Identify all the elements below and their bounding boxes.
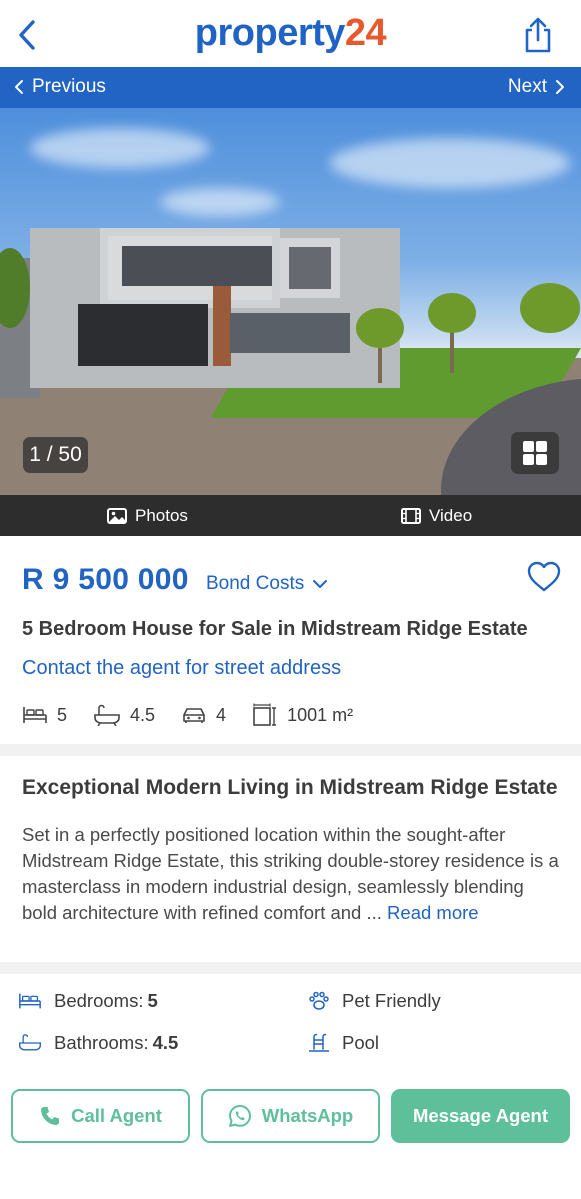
listing-photo[interactable] [0,108,581,495]
feature-bathrooms-label: Bathrooms: [54,1032,149,1053]
bed-icon [23,707,47,723]
tab-photos-label: Photos [135,506,188,525]
feature-pool-label: Pool [342,1032,380,1053]
spec-garages: 4 [181,705,226,726]
section-divider [0,962,581,974]
agent-action-bar: Call Agent WhatsApp Message Agent [0,1076,581,1199]
previous-label: Previous [32,76,106,97]
tab-photos[interactable]: Photos [107,506,188,526]
spec-garages-value: 4 [216,704,227,725]
heart-icon [527,561,561,592]
whatsapp-button[interactable]: WhatsApp [201,1089,380,1143]
film-icon [401,508,421,524]
chevron-left-icon [15,80,23,94]
chevron-right-icon [556,80,564,94]
listing-title: 5 Bedroom House for Sale in Midstream Ri… [22,618,528,640]
whatsapp-label: WhatsApp [261,1105,354,1126]
media-tab-bar: Photos Video [0,495,581,536]
previous-button[interactable]: Previous [14,76,106,98]
bed-icon [19,993,41,1009]
favourite-button[interactable] [527,561,561,593]
photo-palm-tree [428,293,476,333]
photo-house-frame [280,238,340,298]
listing-specs: 5 4.5 4 1001 m² [22,703,379,727]
share-button[interactable] [523,16,553,54]
photo-counter: 1 / 50 [23,437,88,473]
feature-bathrooms: Bathrooms: 4.5 [18,1032,178,1054]
photo-tree [520,283,580,333]
feature-bedrooms: Bedrooms: 5 [18,990,158,1012]
feature-bathrooms-value: 4.5 [152,1032,179,1053]
description-title: Exceptional Modern Living in Midstream R… [22,776,558,799]
car-icon [183,708,205,723]
photo-window [230,313,350,353]
photo-garage [78,304,208,366]
bathtub-icon [19,1034,41,1051]
message-agent-label: Message Agent [412,1105,549,1126]
description-body: Set in a perfectly positioned location w… [22,822,562,926]
photo-cloud [330,138,570,188]
grid-icon [523,441,547,465]
contact-agent-link[interactable]: Contact the agent for street address [22,657,341,680]
listing-navigation-bar: Previous Next [0,67,581,108]
floor-size-icon [253,703,277,726]
app-header: property24 [0,0,581,67]
call-agent-button[interactable]: Call Agent [11,1089,190,1143]
tab-video[interactable]: Video [401,506,472,526]
message-agent-button[interactable]: Message Agent [391,1089,570,1143]
bathtub-icon [94,704,120,726]
pool-icon [309,1033,329,1052]
phone-icon [41,1107,60,1125]
property24-logo: property24 [0,12,581,55]
spec-bathrooms: 4.5 [93,704,155,726]
call-agent-label: Call Agent [71,1105,162,1126]
photo-cloud [30,128,210,168]
bond-costs-label: Bond Costs [206,573,305,594]
photo-pillar [213,286,231,366]
photo-icon [107,508,127,524]
logo-number: 24 [344,12,387,54]
feature-pet-friendly-label: Pet Friendly [342,990,441,1011]
photo-window [122,246,272,286]
feature-bedrooms-value: 5 [147,990,158,1011]
gallery-grid-button[interactable] [511,432,559,474]
spec-bathrooms-value: 4.5 [130,704,156,725]
section-divider [0,744,581,756]
spec-bedrooms-value: 5 [57,704,68,725]
share-icon [525,17,551,53]
spec-erf-size: 1001 m² [252,703,353,727]
spec-erf-size-value: 1001 m² [287,704,354,725]
next-button[interactable]: Next [508,76,565,98]
tab-video-label: Video [429,506,473,525]
feature-pet-friendly: Pet Friendly [308,990,441,1012]
next-label: Next [507,76,547,97]
feature-bedrooms-label: Bedrooms: [54,990,144,1011]
bond-costs-dropdown[interactable]: Bond Costs [206,573,328,595]
paw-icon [309,991,329,1010]
whatsapp-icon [228,1104,251,1128]
logo-word: property [194,12,346,54]
spec-bedrooms: 5 [22,705,67,726]
read-more-link[interactable]: Read more [387,902,479,923]
listing-price: R 9 500 000 [22,563,189,596]
chevron-down-icon [313,580,328,588]
photo-cloud [160,188,280,216]
feature-pool: Pool [308,1032,379,1054]
photo-palm-tree [356,308,404,348]
